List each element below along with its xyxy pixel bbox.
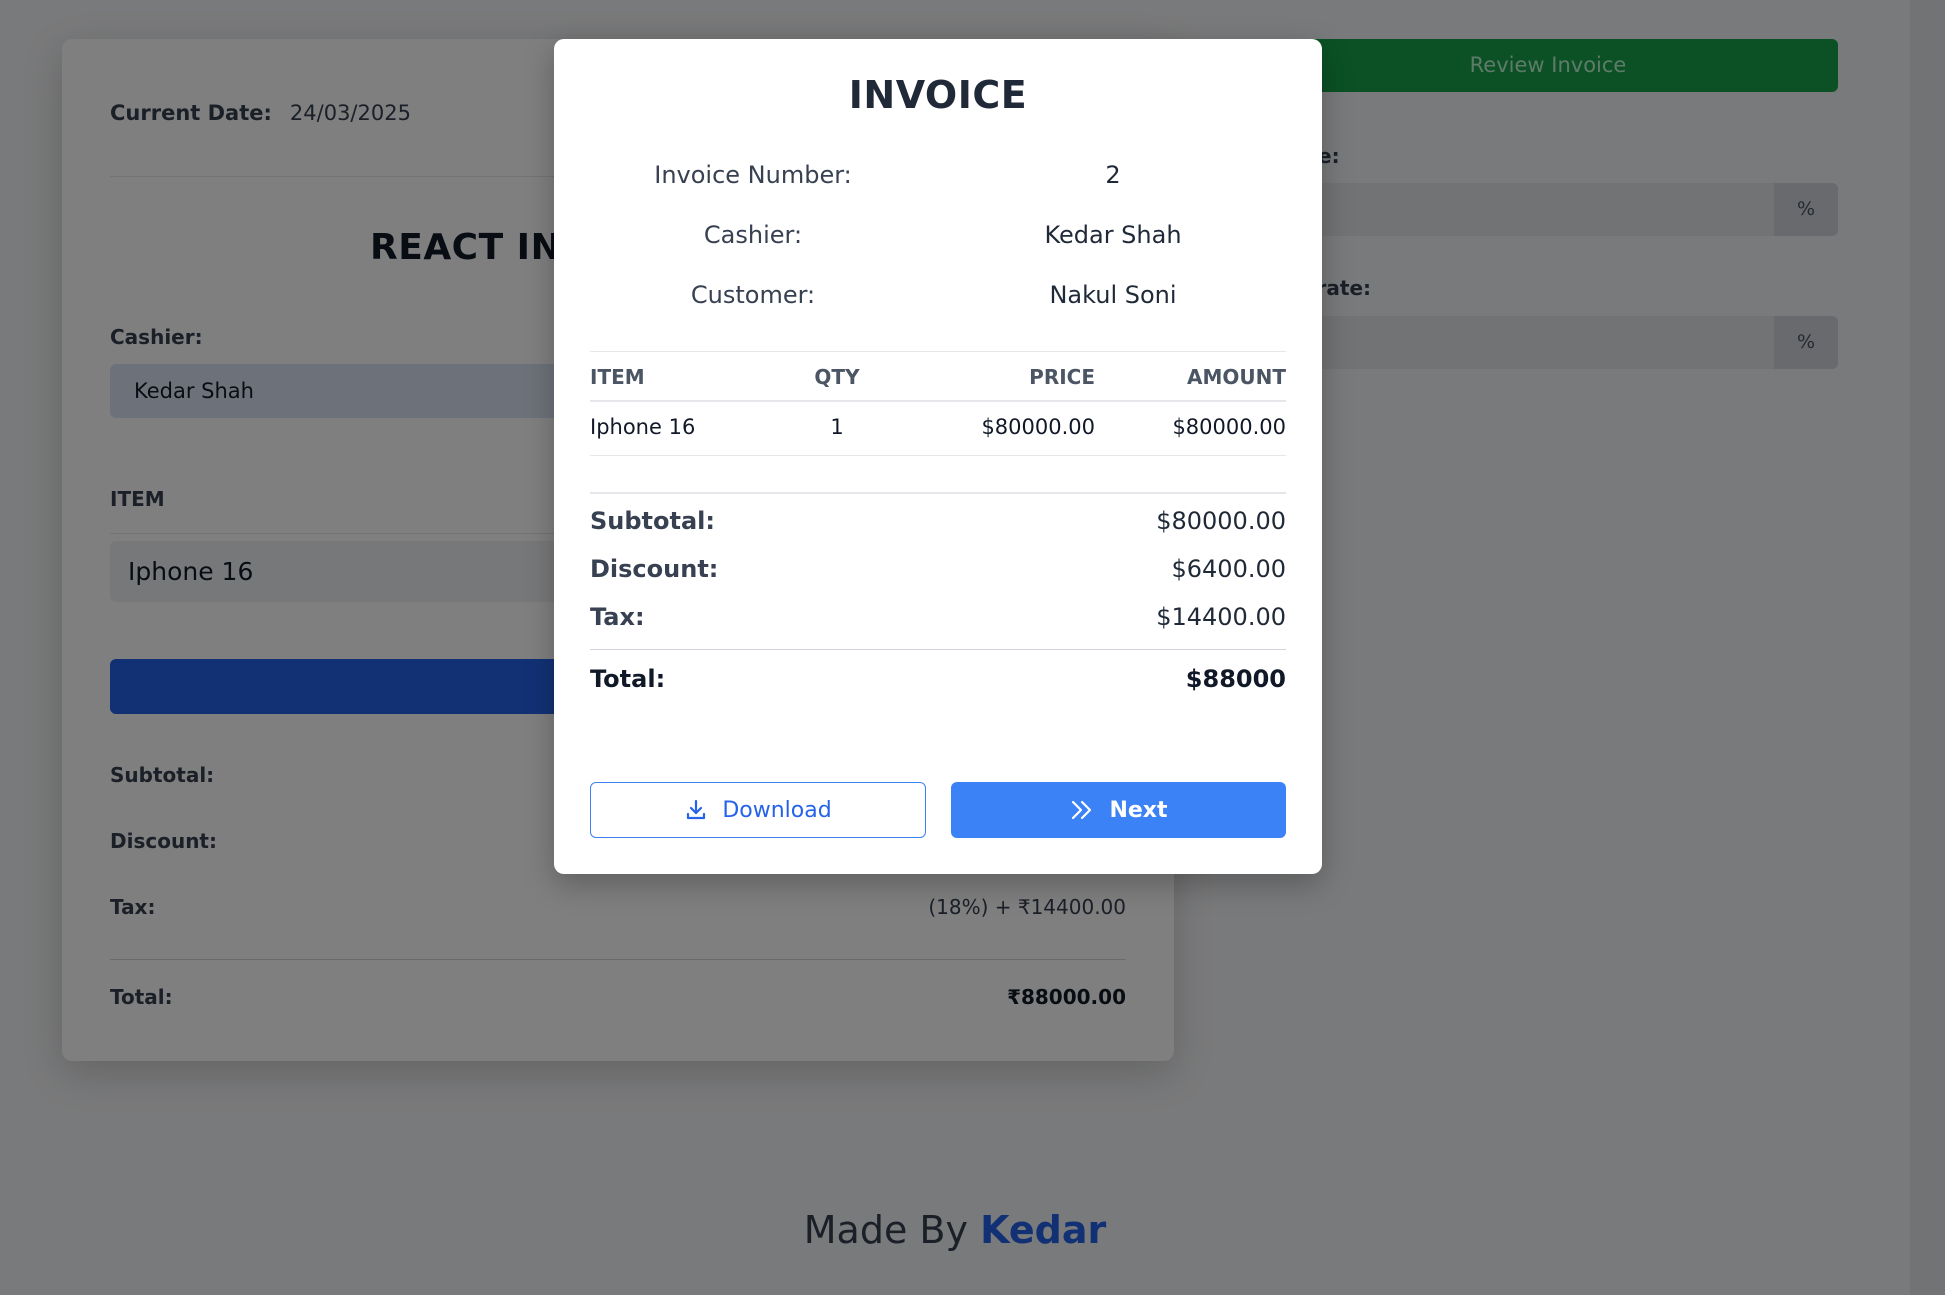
tax-label: Tax: [590,603,645,631]
cell-qty: 1 [830,415,844,439]
next-label: Next [1109,797,1168,823]
tax-row: Tax: $14400.00 [590,603,1286,637]
cell-price: $80000.00 [981,415,1095,439]
discount-label: Discount: [590,555,719,583]
items-table-header: ITEM QTY PRICE AMOUNT [590,365,1286,395]
subtotal-value: $80000.00 [1156,507,1286,535]
column-header-item: ITEM [590,365,645,389]
next-button[interactable]: Next [951,782,1286,838]
customer-row: Customer: Nakul Soni [554,281,1322,315]
cell-item: Iphone 16 [590,415,696,439]
cashier-value: Kedar Shah [1044,221,1182,249]
subtotal-label: Subtotal: [590,507,716,535]
total-row: Total: $88000 [590,665,1286,699]
divider [590,649,1286,650]
discount-value: $6400.00 [1171,555,1286,583]
divider [590,351,1286,352]
double-chevron-right-icon [1069,798,1095,822]
total-label: Total: [590,665,666,693]
total-value: $88000 [1185,665,1286,693]
discount-row: Discount: $6400.00 [590,555,1286,589]
download-button[interactable]: Download [590,782,926,838]
customer-label: Customer: [690,281,816,309]
download-label: Download [722,797,832,823]
customer-value: Nakul Soni [1049,281,1177,309]
divider [590,400,1286,402]
table-row: Iphone 16 1 $80000.00 $80000.00 [590,415,1286,455]
column-header-qty: QTY [814,365,860,389]
cashier-row: Cashier: Kedar Shah [554,221,1322,255]
invoice-number-value: 2 [1105,161,1121,189]
download-icon [684,798,708,822]
divider [590,492,1286,494]
tax-value: $14400.00 [1156,603,1286,631]
divider [590,455,1286,456]
modal-title: INVOICE [848,73,1028,117]
column-header-amount: AMOUNT [1186,365,1286,389]
invoice-modal: INVOICE Invoice Number: 2 Cashier: Kedar… [554,39,1322,874]
cell-amount: $80000.00 [1172,415,1286,439]
column-header-price: PRICE [1029,365,1095,389]
cashier-label: Cashier: [703,221,803,249]
invoice-number-row: Invoice Number: 2 [554,161,1322,195]
invoice-number-label: Invoice Number: [654,161,852,189]
subtotal-row: Subtotal: $80000.00 [590,507,1286,541]
